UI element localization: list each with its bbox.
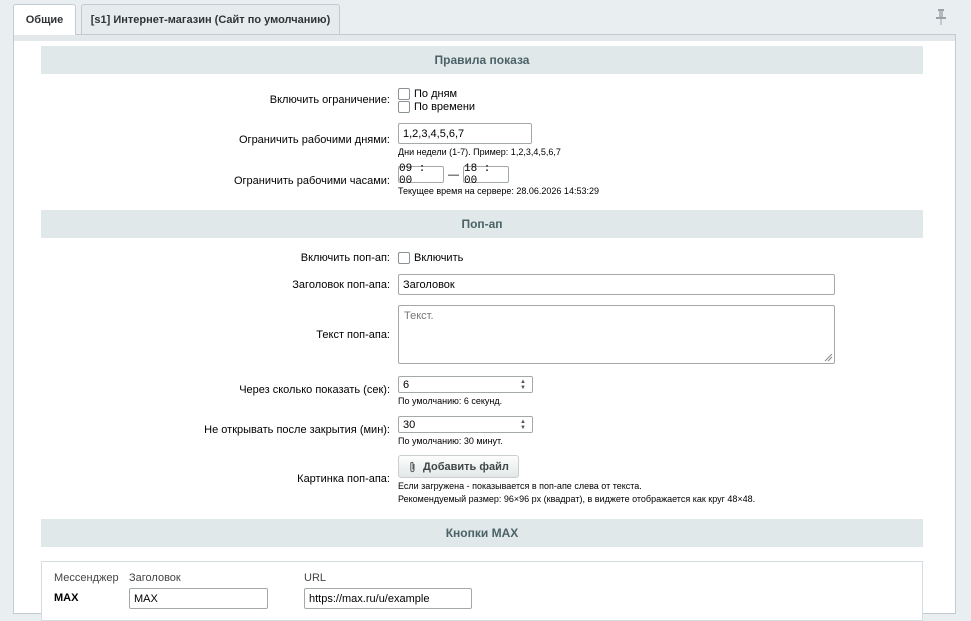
max-buttons-table: Мессенджер Заголовок URL MAX MAX https:/… bbox=[41, 561, 923, 621]
popup-text-label: Текст поп-апа: bbox=[316, 329, 390, 341]
time-separator: — bbox=[448, 168, 459, 181]
workhours-label: Ограничить рабочими часами: bbox=[233, 175, 390, 187]
section-max-buttons-header: Кнопки MAX bbox=[41, 519, 923, 547]
section-popup-header: Поп-ап bbox=[41, 210, 923, 238]
max-row-heading-input[interactable]: MAX bbox=[129, 588, 268, 609]
popup-reopen-input[interactable]: 30 ▲ ▼ bbox=[398, 416, 533, 433]
popup-heading-input[interactable]: Заголовок bbox=[398, 274, 835, 295]
spinner-icon[interactable]: ▲ ▼ bbox=[520, 419, 528, 431]
popup-enable-label: Включить поп-ап: bbox=[300, 252, 390, 264]
add-file-button[interactable]: Добавить файл bbox=[398, 455, 519, 478]
popup-enable-checkbox[interactable] bbox=[398, 252, 410, 264]
popup-text-textarea[interactable]: Текст. bbox=[398, 305, 835, 364]
workdays-label: Ограничить рабочими днями: bbox=[239, 134, 390, 146]
popup-enable-checkbox-label: Включить bbox=[414, 252, 464, 264]
popup-delay-hint: По умолчанию: 6 секунд. bbox=[398, 396, 503, 406]
column-header-messenger: Мессенджер bbox=[54, 572, 119, 584]
column-header-heading: Заголовок bbox=[129, 572, 181, 584]
workdays-hint: Дни недели (1-7). Пример: 1,2,3,4,5,6,7 bbox=[398, 147, 561, 157]
by-days-checkbox[interactable] bbox=[398, 88, 410, 100]
popup-delay-input[interactable]: 6 ▲ ▼ bbox=[398, 376, 533, 393]
popup-reopen-hint: По умолчанию: 30 минут. bbox=[398, 436, 503, 446]
popup-delay-value: 6 bbox=[403, 378, 410, 391]
resize-handle-icon[interactable] bbox=[824, 353, 833, 362]
time-to-input[interactable]: 18 : 00 bbox=[463, 163, 509, 187]
popup-image-hint-2: Рекомендуемый размер: 96×96 px (квадрат)… bbox=[398, 494, 756, 504]
popup-reopen-value: 30 bbox=[403, 418, 416, 431]
settings-panel: Правила показа Включить ограничение: По … bbox=[13, 34, 956, 621]
paperclip-icon bbox=[410, 461, 415, 472]
max-row-url-input[interactable]: https://max.ru/u/example bbox=[304, 588, 472, 609]
max-row-messenger: MAX bbox=[54, 592, 79, 604]
popup-reopen-label: Не открывать после закрытия (мин): bbox=[204, 424, 390, 436]
enable-limit-options: По дням По времени bbox=[398, 88, 475, 114]
pin-icon[interactable] bbox=[935, 9, 947, 25]
add-file-label: Добавить файл bbox=[423, 460, 509, 473]
popup-image-label: Картинка поп-апа: bbox=[297, 473, 390, 485]
popup-image-hint-1: Если загружена - показывается в поп-апе … bbox=[398, 481, 642, 491]
section-display-rules-header: Правила показа bbox=[41, 46, 923, 74]
workhours-range: 09 : 00 — 18 : 00 bbox=[398, 163, 599, 187]
column-header-url: URL bbox=[304, 572, 327, 584]
workdays-input[interactable]: 1,2,3,4,5,6,7 bbox=[398, 123, 532, 144]
popup-text-placeholder: Текст. bbox=[404, 310, 434, 322]
popup-delay-label: Через сколько показать (сек): bbox=[239, 384, 390, 396]
by-time-label: По времени bbox=[414, 101, 476, 113]
spinner-icon[interactable]: ▲ ▼ bbox=[520, 379, 528, 391]
popup-heading-label: Заголовок поп-апа: bbox=[292, 279, 390, 291]
by-time-checkbox[interactable] bbox=[398, 101, 410, 113]
server-time-hint: Текущее время на сервере: 28.06.2026 14:… bbox=[398, 186, 599, 196]
tab-general[interactable]: Общие bbox=[13, 4, 76, 35]
by-days-label: По дням bbox=[414, 88, 458, 100]
tab-bar: Общие [s1] Интернет-магазин (Сайт по умо… bbox=[0, 0, 971, 38]
tab-site-s1[interactable]: [s1] Интернет-магазин (Сайт по умолчанию… bbox=[81, 4, 340, 34]
panel-top-strip bbox=[14, 35, 955, 41]
enable-limit-label: Включить ограничение: bbox=[269, 94, 390, 106]
time-from-input[interactable]: 09 : 00 bbox=[398, 163, 444, 187]
